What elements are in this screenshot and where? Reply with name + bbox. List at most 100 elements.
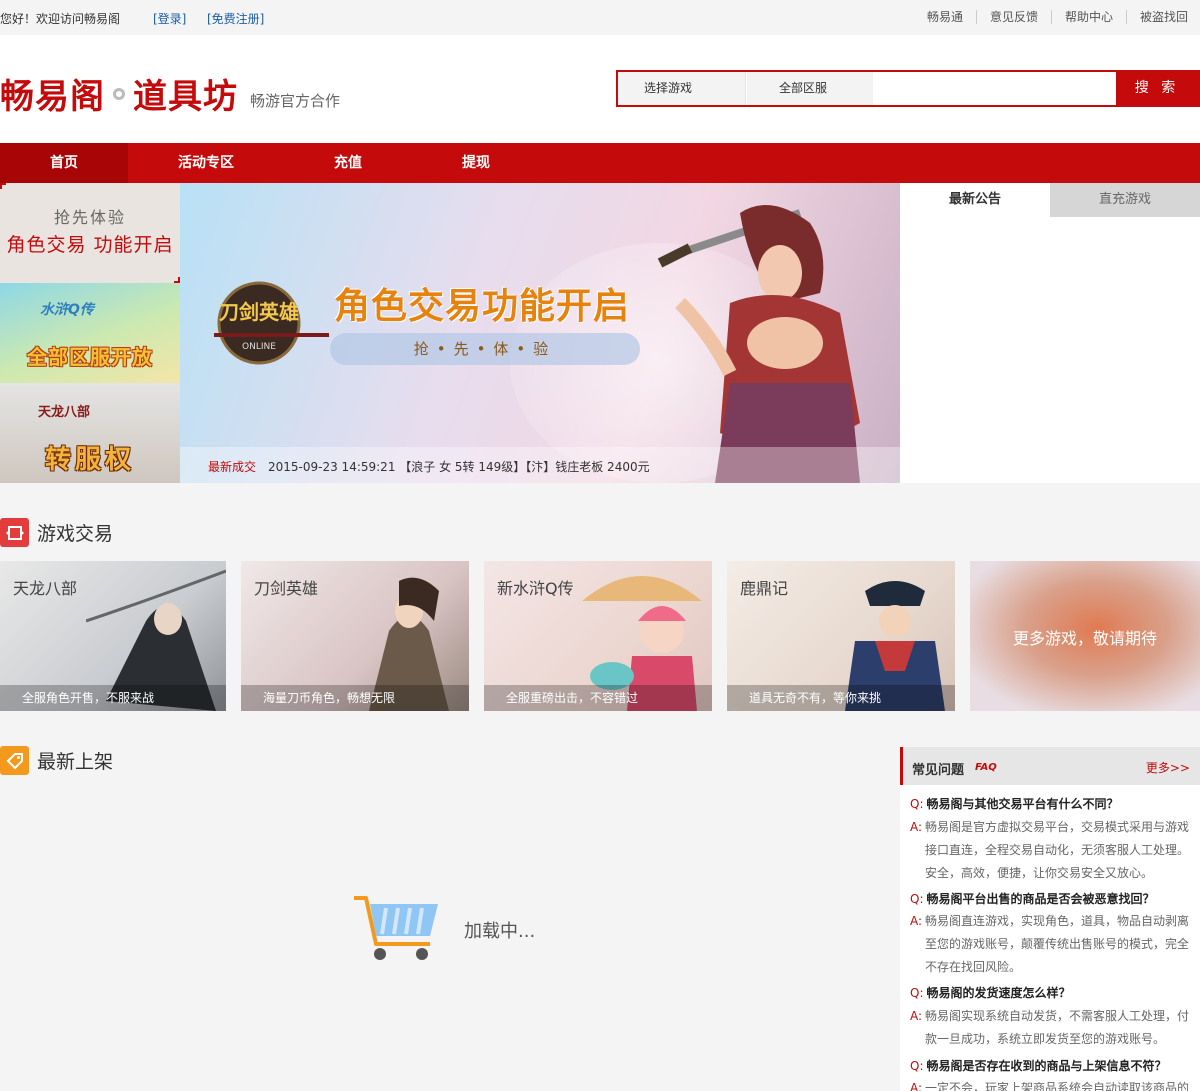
promo-role-trade-line1: 抢先体验	[53, 208, 126, 227]
logo-part1: 畅易阁	[0, 77, 105, 117]
game-card-daojian[interactable]: 刀剑英雄 海量刀币角色，畅想无限	[241, 561, 469, 711]
loading-text: 加载中...	[464, 921, 536, 942]
more-games-text: 更多游戏，敬请期待	[1012, 629, 1157, 648]
main-banner[interactable]: 刀剑英雄 ONLINE 角色交易功能开启 抢•先•体•验 最新成交 2015-0…	[180, 183, 900, 483]
faq-answer-text: 畅易阁是官方虚拟交易平台，交易模式采用与游戏接口直连，全程交易自动化，无须客服人…	[925, 820, 1190, 880]
faq-answer: A: 畅易阁是官方虚拟交易平台，交易模式采用与游戏接口直连，全程交易自动化，无须客…	[910, 816, 1192, 885]
faq-header: 常见问题 FAQ 更多>>	[900, 747, 1200, 785]
q-mark: Q:	[910, 892, 924, 906]
warrior-figure-image	[657, 205, 860, 483]
section-game-trade-title: 游戏交易	[37, 523, 114, 545]
logo-subtitle: 畅游官方合作	[250, 92, 341, 110]
faq-answer: A: 畅易阁直连游戏，实现角色，道具，物品自动剥离至您的游戏账号，颠覆传统出售账号…	[910, 910, 1192, 979]
promo-tianlong-logo: 天龙八部	[38, 405, 91, 420]
site-logo[interactable]: 畅易阁 道具坊 畅游官方合作	[0, 69, 340, 118]
faq-question[interactable]: Q: 畅易阁与其他交易平台有什么不同？	[910, 795, 1119, 812]
a-mark: A:	[910, 820, 923, 834]
ticker-label: 最新成交	[208, 460, 257, 474]
faq-panel: 常见问题 FAQ 更多>> Q: 畅易阁与其他交易平台有什么不同？ A: 畅易阁是官…	[900, 747, 1200, 1091]
game-logo-image: 刀剑英雄 ONLINE	[214, 281, 329, 365]
tab-direct-recharge[interactable]: 直充游戏	[1050, 183, 1200, 217]
ticker-text: 2015-09-23 14:59:21 【浪子 女 5转 149级】【汴】钱庄老…	[268, 460, 650, 474]
faq-question-text: 畅易阁是否存在收到的商品与上架信息不符？	[926, 1059, 1167, 1073]
game-card-name: 新水浒Q传	[497, 579, 574, 598]
promo-role-trade[interactable]: 抢先体验 角色交易 功能开启	[0, 183, 180, 283]
game-card-caption: 全服重磅出击，不容错过	[484, 685, 712, 711]
side-promos: 抢先体验 角色交易 功能开启 水浒Q传 全部区服开放 天龙八部 转服权	[0, 183, 180, 483]
search-button[interactable]: 搜 索	[1116, 70, 1198, 107]
faq-question[interactable]: Q: 畅易阁是否存在收到的商品与上架信息不符？	[910, 1057, 1167, 1074]
corner-mark	[0, 183, 6, 189]
trade-arrows-icon	[0, 518, 29, 547]
faq-more-link[interactable]: 更多>>	[1146, 759, 1190, 776]
banner-pill-text: 抢•先•体•验	[413, 340, 557, 358]
top-links: 畅易通 意见反馈 帮助中心 被盗找回	[914, 10, 1200, 24]
promo-shuihu-logo: 水浒Q传	[40, 302, 94, 318]
latest-deal-ticker: 最新成交 2015-09-23 14:59:21 【浪子 女 5转 149级】【…	[180, 447, 900, 483]
faq-question-text: 畅易阁与其他交易平台有什么不同？	[926, 797, 1119, 811]
search-box: 选择游戏 全部区服 搜 索	[616, 70, 1200, 107]
promo-shuihu[interactable]: 水浒Q传 全部区服开放	[0, 283, 180, 383]
faq-question-text: 畅易阁的发货速度怎么样？	[926, 986, 1071, 1000]
game-card-shuihu[interactable]: 新水浒Q传 全服重磅出击，不容错过	[484, 561, 712, 711]
promo-tianlong[interactable]: 天龙八部 转服权	[0, 383, 180, 483]
game-card-caption: 海量刀币角色，畅想无限	[241, 685, 469, 711]
game-card-caption: 全服角色开售，不服来战	[0, 685, 226, 711]
register-link[interactable]: [免费注册]	[207, 10, 264, 27]
top-link-changyitong[interactable]: 畅易通	[914, 10, 976, 24]
game-card-caption: 道具无奇不有，等你来挑	[727, 685, 955, 711]
faq-question[interactable]: Q: 畅易阁的发货速度怎么样？	[910, 984, 1071, 1001]
top-link-help[interactable]: 帮助中心	[1050, 10, 1126, 24]
game-card-name: 鹿鼎记	[740, 579, 789, 598]
faq-question-text: 畅易阁平台出售的商品是否会被恶意找回？	[926, 892, 1155, 906]
tab-latest-notice[interactable]: 最新公告	[900, 183, 1050, 217]
tag-icon	[0, 746, 29, 775]
top-bar: 您好！欢迎访问畅易阁 [登录] [免费注册] 畅易通 意见反馈 帮助中心 被盗找…	[0, 0, 1200, 35]
faq-title: 常见问题	[912, 763, 965, 778]
faq-title-en: FAQ	[975, 762, 997, 773]
a-mark: A:	[910, 1081, 923, 1091]
faq-answer-text: 畅易阁直连游戏，实现角色，道具，物品自动剥离至您的游戏账号，颠覆传统出售账号的模…	[925, 914, 1190, 974]
faq-answer: A: 畅易阁实现系统自动发货，不需客服人工处理，付款一旦成功，系统立即发货至您的游…	[910, 1005, 1192, 1051]
top-link-feedback[interactable]: 意见反馈	[975, 10, 1051, 24]
game-card-luding[interactable]: 鹿鼎记 道具无奇不有，等你来挑	[727, 561, 955, 711]
svg-text:ONLINE: ONLINE	[242, 342, 276, 352]
main-nav: 首页 活动专区 充值 提现	[0, 143, 1200, 183]
banner-pill: 抢•先•体•验	[330, 333, 640, 365]
a-mark: A:	[910, 1009, 923, 1023]
game-card-name: 天龙八部	[13, 579, 78, 598]
section-new-listings: 最新上架	[0, 746, 113, 775]
search-input[interactable]	[874, 72, 1118, 105]
nav-home[interactable]: 首页	[0, 143, 128, 183]
game-card-tianlong[interactable]: 天龙八部 全服角色开售，不服来战	[0, 561, 226, 711]
nav-recharge[interactable]: 充值	[284, 143, 412, 183]
nav-activities[interactable]: 活动专区	[142, 143, 270, 183]
top-link-recover[interactable]: 被盗找回	[1125, 10, 1200, 24]
logo-part2: 道具坊	[133, 77, 238, 117]
faq-answer: A: 一定不会，玩家上架商品系统会自动读取该商品的	[910, 1077, 1192, 1091]
faq-answer-text: 一定不会，玩家上架商品系统会自动读取该商品的	[925, 1081, 1190, 1091]
q-mark: Q:	[910, 797, 924, 811]
welcome-text: 您好！欢迎访问畅易阁	[0, 12, 121, 26]
section-game-trade: 游戏交易	[0, 518, 113, 547]
header: 畅易阁 道具坊 畅游官方合作 选择游戏 全部区服 搜 索	[0, 35, 1200, 143]
nav-withdraw[interactable]: 提现	[412, 143, 540, 183]
q-mark: Q:	[910, 986, 924, 1000]
banner-headline: 角色交易功能开启	[334, 286, 631, 327]
promo-tianlong-title: 转服权	[44, 445, 135, 475]
game-card-name: 刀剑英雄	[254, 579, 319, 598]
promo-role-trade-line2: 角色交易 功能开启	[6, 234, 174, 256]
a-mark: A:	[910, 914, 923, 928]
shopping-cart-icon	[354, 896, 438, 960]
game-card-more[interactable]: 更多游戏，敬请期待	[970, 561, 1200, 711]
game-logo-text: 刀剑英雄	[219, 300, 299, 324]
logo-dot-icon	[113, 87, 125, 100]
notice-panel: 最新公告 直充游戏	[900, 183, 1200, 483]
select-server-dropdown[interactable]: 全部区服	[747, 72, 873, 105]
login-link[interactable]: [登录]	[153, 10, 186, 27]
faq-question[interactable]: Q: 畅易阁平台出售的商品是否会被恶意找回？	[910, 890, 1155, 907]
section-new-listings-title: 最新上架	[37, 751, 114, 773]
select-game-dropdown[interactable]: 选择游戏	[618, 72, 746, 105]
q-mark: Q:	[910, 1059, 924, 1073]
faq-answer-text: 畅易阁实现系统自动发货，不需客服人工处理，付款一旦成功，系统立即发货至您的游戏账…	[925, 1009, 1190, 1046]
